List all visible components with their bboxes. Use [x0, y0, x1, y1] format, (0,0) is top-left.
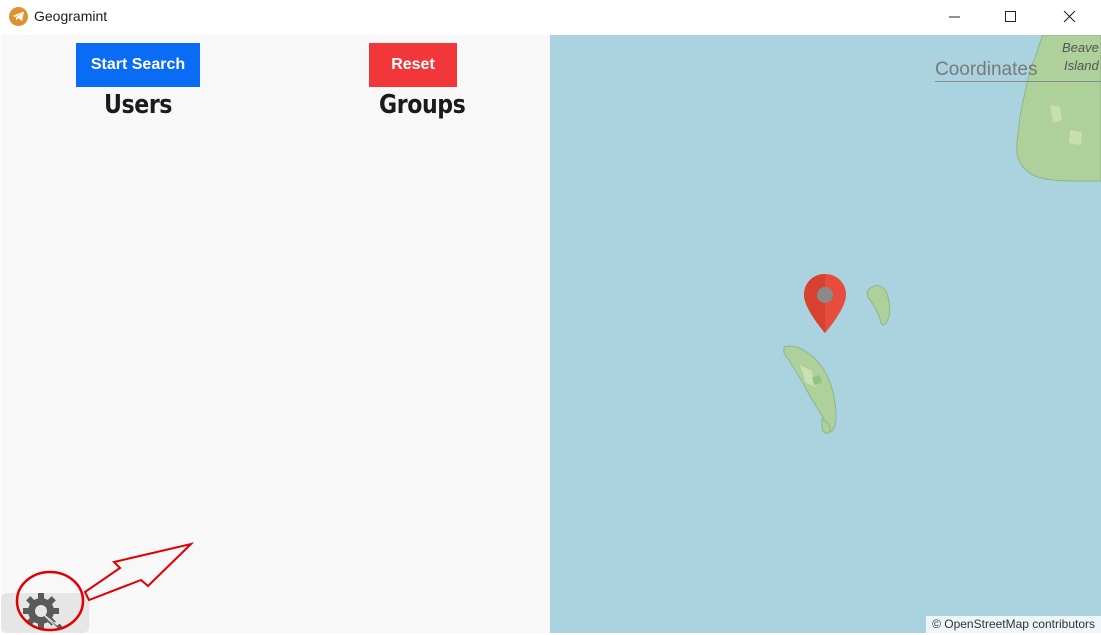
maximize-button[interactable]	[982, 0, 1040, 34]
map-view[interactable]: Beave Island Coordinates © OpenStreetMap…	[550, 35, 1101, 633]
annotation-arrow-icon	[15, 542, 195, 632]
reset-button[interactable]: Reset	[369, 43, 457, 87]
window-title: Geogramint	[34, 8, 108, 24]
map-label: Island	[1064, 58, 1099, 73]
map-pin-icon[interactable]	[803, 273, 847, 335]
coordinates-input[interactable]: Coordinates	[935, 59, 1037, 81]
close-button[interactable]	[1041, 0, 1099, 34]
users-heading: Users	[104, 90, 173, 120]
title-bar: Geogramint	[0, 0, 1101, 34]
telegram-icon	[9, 7, 28, 26]
map-attribution[interactable]: © OpenStreetMap contributors	[926, 616, 1101, 633]
results-panel: Start Search Reset Users Groups	[1, 35, 550, 633]
start-search-button[interactable]: Start Search	[76, 43, 200, 87]
minimize-button[interactable]	[926, 0, 984, 34]
coordinates-underline	[935, 81, 1101, 82]
groups-heading: Groups	[379, 90, 466, 120]
map-label: Beave	[1062, 40, 1099, 55]
